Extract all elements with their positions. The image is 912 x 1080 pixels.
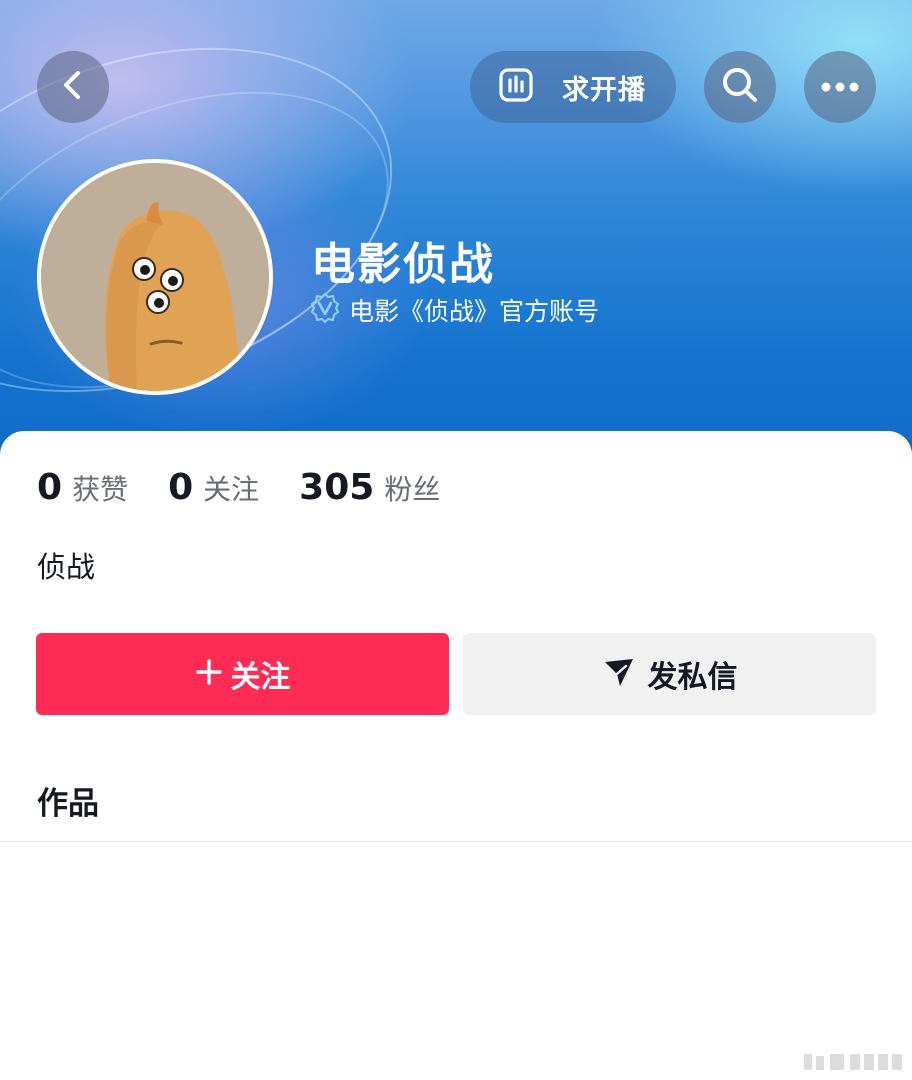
stat-likes-label: 获赞 — [72, 473, 129, 506]
stat-likes[interactable]: 0 获赞 — [37, 467, 128, 508]
send-plane-icon — [602, 655, 636, 693]
plus-icon — [195, 658, 223, 690]
request-live-button[interactable]: 求开播 — [470, 51, 676, 123]
profile-bio: 侦战 — [37, 550, 96, 584]
stat-following-label: 关注 — [203, 473, 260, 506]
tab-divider — [0, 841, 912, 842]
back-button[interactable] — [37, 51, 109, 123]
stat-followers[interactable]: 305 粉丝 — [299, 467, 440, 508]
follow-button-label: 关注 — [230, 660, 291, 695]
verified-v-icon — [309, 292, 341, 328]
stat-following-value: 0 — [168, 467, 194, 508]
stat-followers-label: 粉丝 — [384, 473, 441, 506]
chevron-left-icon — [56, 68, 90, 106]
request-live-label: 求开播 — [562, 74, 646, 106]
verification-text: 电影《侦战》官方账号 — [349, 297, 600, 326]
profile-stats: 0 获赞 0 关注 305 粉丝 — [37, 467, 480, 508]
tab-works[interactable]: 作品 — [37, 778, 99, 823]
more-button[interactable] — [804, 51, 876, 123]
stat-followers-value: 305 — [299, 467, 375, 508]
stat-following[interactable]: 0 关注 — [168, 467, 259, 508]
verification-badge[interactable]: 电影《侦战》官方账号 — [309, 292, 599, 328]
search-icon — [720, 65, 760, 109]
send-message-button[interactable]: 发私信 — [463, 633, 876, 715]
follow-button[interactable]: 关注 — [36, 633, 449, 715]
more-dots-icon — [820, 78, 860, 97]
watermark — [804, 1050, 904, 1074]
search-button[interactable] — [704, 51, 776, 123]
bar-chart-icon — [498, 67, 534, 107]
avatar-image — [41, 163, 269, 391]
avatar[interactable] — [37, 159, 273, 395]
profile-username: 电影侦战 — [311, 239, 495, 290]
send-message-label: 发私信 — [647, 660, 738, 695]
stat-likes-value: 0 — [37, 467, 63, 508]
profile-card — [0, 431, 912, 1080]
